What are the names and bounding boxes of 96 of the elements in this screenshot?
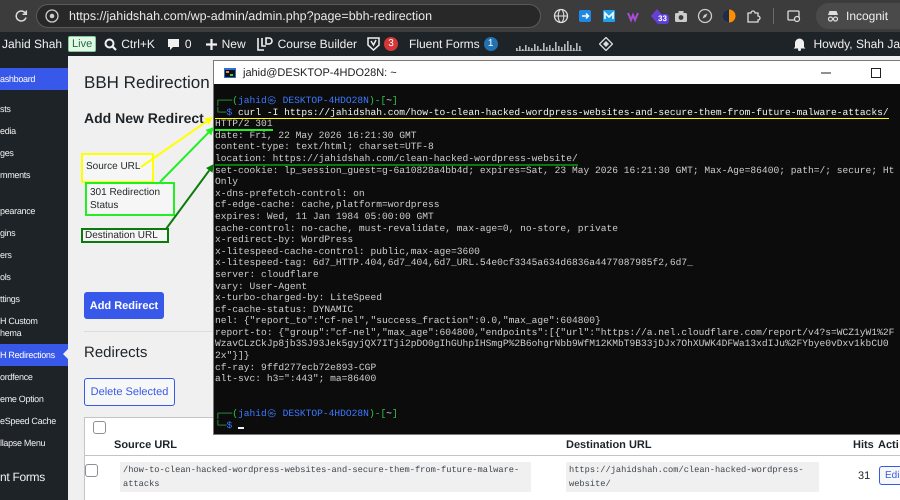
site-name[interactable]: Jahid Shah [2,37,62,51]
shortcut-label[interactable]: Ctrl+K [121,37,155,51]
terminal-line: x-litespeed-tag: 6d7_HTTP.404,6d7_404,6d7_URL.54e0cf3345a634d6836a4477087985f2,6d7_ [215,257,693,269]
destination-url: https://jahidshah.com/clean-hacked-wordpress-website/ [566,462,819,492]
terminal-line: Only [215,176,238,188]
terminal-line: vary: User-Agent [215,280,308,292]
camera-icon[interactable] [673,8,689,24]
terminal-line: cache-control: no-cache, must-revalidate, max-age=0, no-store, private [215,222,618,234]
notification-badge: 1 [484,37,498,51]
greeting-link[interactable]: Howdy, Shah Ja [814,37,900,51]
diamond-icon[interactable] [598,37,613,51]
window-title: jahid@DESKTOP-4HDO28N: ~ [243,66,397,78]
terminal-line: set-cookie: lp_session_guest=g-6a10828a4bb4d; expires=Sat, 23 May 2026 16:21:30 GMT; Max-Age=86400; path=/; secure; Ht [215,164,894,176]
terminal-line: expires: Wed, 11 Jan 1984 05:00:00 GMT [215,210,434,223]
site-info-icon[interactable] [45,9,59,23]
add-redirect-button[interactable]: Add Redirect [84,292,164,319]
search-icon[interactable] [104,38,118,50]
column-header: Destination URL [566,439,652,451]
course-builder-link[interactable]: Course Builder [278,37,357,51]
logo-icon[interactable] [256,37,273,51]
menu-item[interactable]: nt Forms [0,466,68,488]
terminal-line: alt-svc: h3=":443"; ma=86400 [215,373,376,385]
reading-list-icon[interactable] [786,8,802,24]
terminal-line: report-to: {"group":"cf-nel","max_age":604800,"endpoints":[{"url":"https://a.nel.cloudflare.com/report/v4?s=WCZ1yW1%2F [215,326,894,338]
terminal-line: server: cloudflare [215,268,319,280]
section-title: Add New Redirect [84,109,204,127]
terminal-line: location: https://jahidshah.com/clean-hacked-wordpress-website/ [215,152,578,165]
terminal-line: cf-edge-cache: cache,platform=wordpress [215,199,440,211]
terminal-line: content-type: text/html; charset=UTF-8 [215,141,434,153]
shield-icon[interactable] [367,37,380,51]
column-header: Hits [853,439,874,451]
bell-icon[interactable] [792,37,806,51]
callout-label: 301 Redirection Status [85,182,175,216]
terminal-line: x-redirect-by: WordPress [215,234,354,246]
menu-item[interactable]: mments [0,164,68,186]
menu-item[interactable]: ers [0,244,68,266]
terminal-line: └─$ [215,420,244,432]
menu-item[interactable]: eme Option [0,388,68,410]
plus-icon[interactable] [206,38,217,50]
terminal-line: nel: {"report_to":"cf-nel","success_fraction":0.0,"max_age":604800} [215,315,601,327]
menu-item[interactable]: ashboard [0,68,68,90]
terminal-line: ┌──(jahid㉿ DESKTOP-4HDO28N)-[~] [215,408,398,420]
address-bar[interactable]: https://jahidshah.com/wp-admin/admin.php?page=bbh-redirection [36,4,541,28]
terminal-line: x-turbo-charged-by: LiteSpeed [215,292,382,304]
terminal-line: WzavCLzCkJp8jb3SJ93Jek5gyjQX7ITji2pDO0gIhGUhpIHSmgP%2B6ohgrNbb9WfM12KMbT9B33jDJx7OhXUWK4DFWa13xdIJu%2FYbye0vDxv1kbCU0 [215,338,889,350]
terminal-line: x-dns-prefetch-control: on [215,188,365,200]
terminal-line: x-litespeed-cache-control: public,max-age=3600 [215,246,480,258]
status-badge: Live [68,36,96,52]
terminal-line: cf-ray: 9ffd277ecb72e893-CGP [215,362,376,374]
menu-item[interactable]: H Redirections [0,344,68,366]
profile-button[interactable]: Incognit [816,3,900,29]
menu-item[interactable]: H Custom hema [0,310,68,344]
puzzle-icon[interactable] [745,8,761,24]
mail-icon[interactable] [601,8,617,24]
column-header: Acti [878,439,899,451]
forms-link[interactable]: Fluent Forms [409,37,480,51]
reload-icon[interactable] [14,9,28,23]
terminal-app-icon [223,66,237,80]
edit-button[interactable]: Edi [879,466,900,485]
notification-badge: 3 [384,37,398,51]
checkbox[interactable] [85,464,98,477]
menu-item[interactable]: ttings [0,288,68,310]
compass-icon[interactable] [697,8,713,24]
menu-item[interactable]: pearance [0,200,68,222]
section-title: Redirects [84,344,148,362]
half-circle-icon[interactable] [721,8,737,24]
comment-count[interactable]: 0 [184,37,192,51]
terminal-line: HTTP/2 301 [215,118,273,130]
new-link[interactable]: New [222,37,246,51]
page-title: BBH Redirection [84,73,210,93]
count-badge: 33 [656,14,669,24]
incognito-icon [826,9,840,23]
menu-item[interactable]: sts [0,98,68,120]
menu-item[interactable]: ges [0,142,68,164]
menu-item[interactable]: gins [0,222,68,244]
hits-count: 31 [858,470,870,482]
comment-icon[interactable] [166,38,180,50]
callout-label: Destination URL [81,228,169,243]
source-url: /how-to-clean-hacked-wordpress-websites-and-secure-them-from-future-malware-attacks [120,462,531,492]
terminal-line: └─$ curl -I https://jahidshah.com/how-to-clean-hacked-wordpress-websites-and-secure-them-from-future-malware-attacks/ [215,106,889,118]
terminal-line: cf-cache-status: DYNAMIC [215,304,354,316]
menu-item[interactable]: ols [0,266,68,288]
terminal-line: date: Fri, 22 May 2026 16:21:30 GMT [215,130,417,142]
menu-item[interactable]: eSpeed Cache [0,410,68,432]
globe-icon[interactable] [553,8,569,24]
menu-item[interactable]: llapse Menu [0,432,68,454]
terminal-line: ┌──(jahid㉿ DESKTOP-4HDO28N)-[~] [215,95,398,107]
checkbox[interactable] [93,421,106,434]
delete-selected-button[interactable]: Delete Selected [84,378,175,406]
terminal-line: 2x"}]} [215,350,250,362]
column-header: Source URL [114,439,177,451]
callout-label: Source URL [81,153,154,183]
menu-item[interactable]: edia [0,120,68,142]
menu-item[interactable]: ordfence [0,366,68,388]
export-icon[interactable] [577,8,593,24]
maximize-icon[interactable] [871,68,881,78]
